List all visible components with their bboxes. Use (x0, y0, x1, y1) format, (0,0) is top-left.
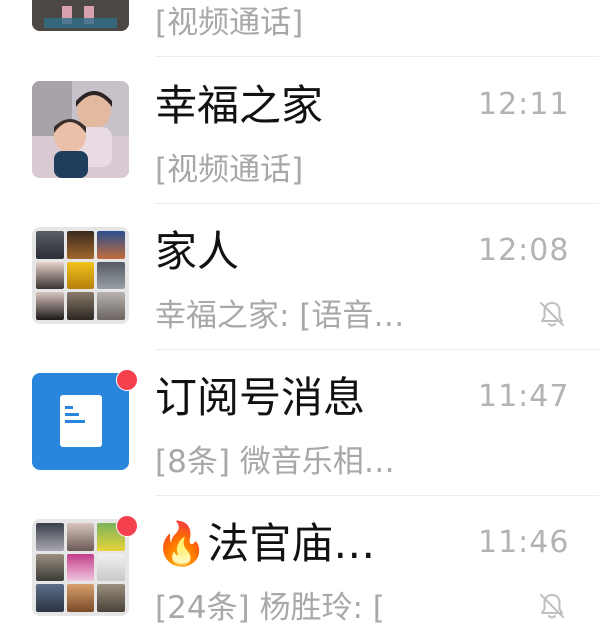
chat-name: 订阅号消息 (155, 373, 366, 422)
chat-preview: [视频通话] (155, 152, 304, 188)
bell-off-icon (540, 594, 564, 619)
chat-list: [视频通话] 幸福之家 12:11 [视频通话] 家人 12:08 幸福之家: … (0, 0, 599, 626)
subscription-doc-icon (60, 395, 102, 447)
family-photo-image (32, 81, 129, 178)
chat-preview: [24条] 杨胜玲: [ (155, 590, 385, 626)
chat-item[interactable]: 订阅号消息 11:47 [8条] 微音乐相… (0, 350, 599, 496)
chat-preview: [视频通话] (155, 5, 304, 41)
group-avatar-grid (36, 231, 125, 320)
chat-time: 11:46 (478, 525, 570, 560)
photo-image (32, 0, 129, 31)
chat-name: 家人 (155, 227, 240, 276)
chat-name: 幸福之家 (155, 81, 324, 130)
chat-preview: 幸福之家: [语音… (155, 298, 405, 334)
chat-preview: [8条] 微音乐相… (155, 444, 395, 480)
chat-name: 🔥法官庙… (155, 519, 376, 568)
chat-item[interactable]: [视频通话] (0, 0, 599, 57)
avatar[interactable] (32, 0, 129, 31)
divider (155, 56, 599, 57)
chat-item[interactable]: 🔥法官庙… 11:46 [24条] 杨胜玲: [ (0, 496, 599, 642)
chat-time: 11:47 (478, 379, 570, 414)
fire-emoji: 🔥 (155, 519, 208, 568)
unread-dot (116, 369, 138, 391)
unread-dot (116, 515, 138, 537)
chat-item[interactable]: 家人 12:08 幸福之家: [语音… (0, 204, 599, 350)
chat-time: 12:08 (478, 233, 570, 268)
chat-item[interactable]: 幸福之家 12:11 [视频通话] (0, 58, 599, 204)
group-avatar[interactable] (32, 519, 129, 616)
chat-time: 12:11 (478, 87, 570, 122)
group-avatar[interactable] (32, 227, 129, 324)
subscription-avatar[interactable] (32, 373, 129, 470)
avatar[interactable] (32, 81, 129, 178)
bell-off-icon (540, 302, 564, 327)
